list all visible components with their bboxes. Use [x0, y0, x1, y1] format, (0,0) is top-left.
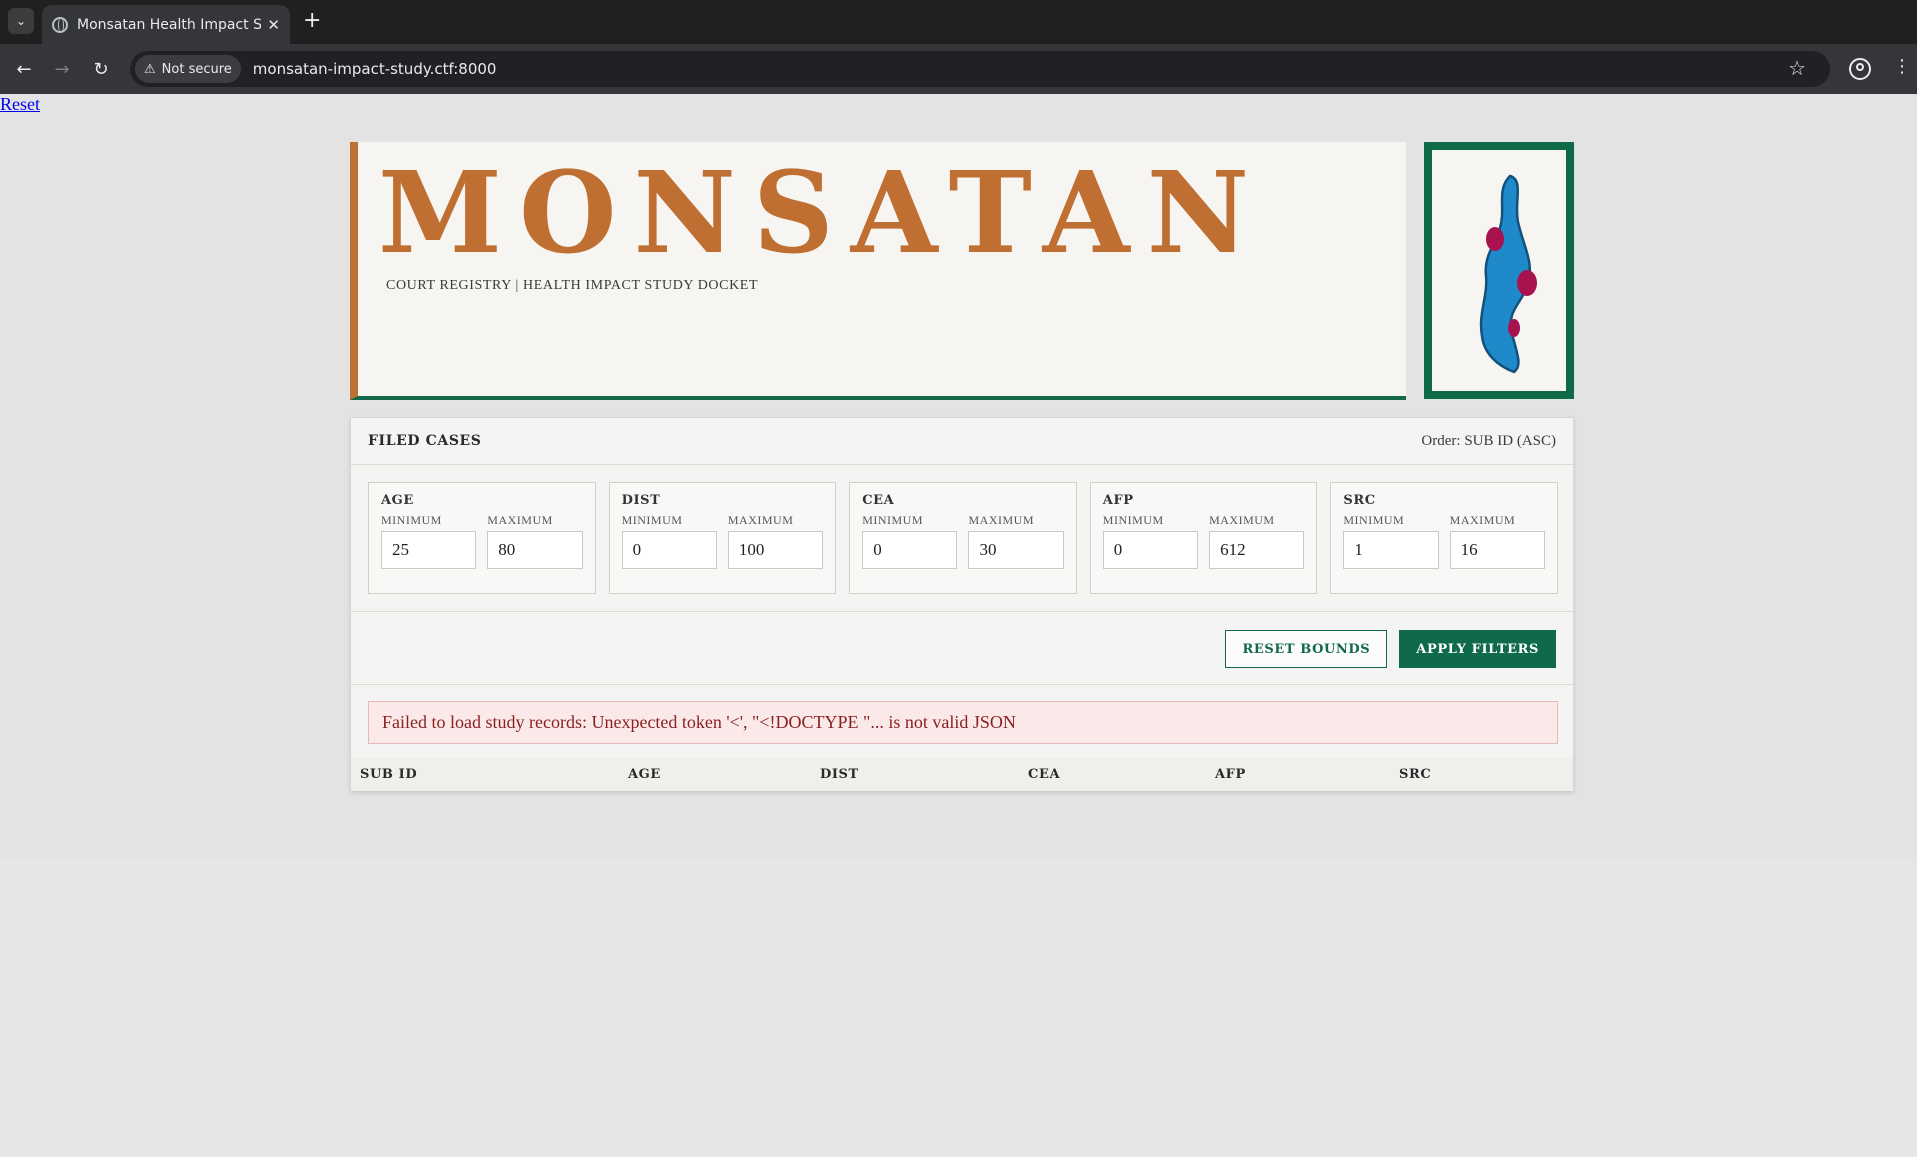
afp-max-input[interactable] [1209, 531, 1305, 569]
max-label: MAXIMUM [487, 513, 553, 527]
filter-name: CEA [862, 493, 895, 508]
column-header-age[interactable]: AGE [628, 767, 661, 782]
new-tab-button[interactable]: + [303, 10, 321, 32]
security-chip[interactable]: ⚠ Not secure [135, 55, 241, 83]
filter-age: AGE MINIMUM MAXIMUM [368, 482, 596, 594]
tab-close-icon[interactable]: ✕ [267, 16, 280, 34]
cea-max-input[interactable] [968, 531, 1064, 569]
max-label: MAXIMUM [1449, 513, 1516, 527]
browser-tab[interactable]: Monsatan Health Impact Stu ✕ [42, 5, 290, 44]
filter-row: AGE MINIMUM MAXIMUM DIST MINIMUM MAXIMUM [368, 482, 1558, 594]
divider [351, 611, 1573, 612]
max-label: MAXIMUM [727, 513, 794, 527]
min-label: MINIMUM [621, 513, 683, 527]
min-label: MINIMUM [1343, 513, 1405, 527]
filter-cea: CEA MINIMUM MAXIMUM [849, 482, 1077, 594]
panel-title: FILED CASES [368, 433, 482, 449]
table-header: SUB ID AGE DIST CEA AFP SRC [351, 758, 1573, 791]
filter-afp: AFP MINIMUM MAXIMUM [1089, 482, 1318, 594]
dist-max-input[interactable] [727, 531, 824, 569]
reset-bounds-button[interactable]: RESET BOUNDS [1225, 630, 1388, 668]
column-header-dist[interactable]: DIST [820, 767, 859, 782]
apply-filters-button[interactable]: APPLY FILTERS [1399, 630, 1556, 668]
logo [1424, 142, 1574, 399]
src-min-input[interactable] [1343, 531, 1439, 569]
page-content: Reset MONSATAN COURT REGISTRY | HEALTH I… [0, 94, 1917, 858]
error-message: Failed to load study records: Unexpected… [368, 701, 1558, 744]
column-header-cea[interactable]: CEA [1028, 767, 1060, 782]
browser-toolbar: ← → ↻ ⚠ Not secure monsatan-impact-study… [0, 44, 1917, 94]
max-label: MAXIMUM [968, 513, 1034, 527]
filter-src: SRC MINIMUM MAXIMUM [1330, 482, 1558, 594]
column-header-afp[interactable]: AFP [1215, 767, 1246, 782]
blue-leaf-with-red-spots-icon [1479, 174, 1537, 374]
column-header-sub-id[interactable]: SUB ID [360, 767, 417, 782]
filter-name: AFP [1102, 493, 1134, 508]
warning-icon: ⚠ [144, 61, 156, 77]
tab-search-icon[interactable]: ⌄ [8, 8, 34, 34]
security-label: Not secure [161, 61, 232, 77]
min-label: MINIMUM [381, 513, 442, 527]
src-max-input[interactable] [1449, 531, 1545, 569]
filter-name: SRC [1343, 493, 1376, 508]
tab-title: Monsatan Health Impact Stu [77, 16, 262, 33]
filter-dist: DIST MINIMUM MAXIMUM [608, 482, 837, 594]
min-label: MINIMUM [1102, 513, 1164, 527]
age-min-input[interactable] [381, 531, 477, 569]
panel-header: FILED CASES Order: SUB ID (ASC) [351, 418, 1573, 465]
divider [351, 684, 1573, 685]
dist-min-input[interactable] [621, 531, 717, 569]
afp-min-input[interactable] [1102, 531, 1199, 569]
filed-cases-panel: FILED CASES Order: SUB ID (ASC) AGE MINI… [350, 417, 1574, 791]
forward-arrow-icon[interactable]: → [50, 57, 74, 81]
max-label: MAXIMUM [1209, 513, 1275, 527]
bookmark-star-icon[interactable]: ☆ [1788, 56, 1806, 80]
reload-icon[interactable]: ↻ [89, 57, 113, 81]
url-text[interactable]: monsatan-impact-study.ctf:8000 [253, 60, 497, 78]
age-max-input[interactable] [487, 531, 583, 569]
browser-tab-bar: ⌄ Monsatan Health Impact Stu ✕ + [0, 0, 1917, 44]
address-bar[interactable]: ⚠ Not secure monsatan-impact-study.ctf:8… [130, 51, 1830, 87]
column-header-src[interactable]: SRC [1399, 767, 1431, 782]
profile-icon[interactable] [1849, 58, 1871, 80]
reset-link[interactable]: Reset [0, 94, 40, 115]
brand-subtitle: COURT REGISTRY | HEALTH IMPACT STUDY DOC… [386, 278, 759, 293]
filter-name: AGE [381, 493, 414, 508]
filter-name: DIST [621, 493, 661, 508]
back-arrow-icon[interactable]: ← [12, 57, 36, 81]
cea-min-input[interactable] [862, 531, 958, 569]
min-label: MINIMUM [862, 513, 924, 527]
browser-menu-icon[interactable]: ⋮ [1893, 56, 1911, 77]
globe-icon [52, 16, 68, 33]
sort-order[interactable]: Order: SUB ID (ASC) [1421, 433, 1556, 450]
masthead: MONSATAN COURT REGISTRY | HEALTH IMPACT … [350, 142, 1406, 400]
brand-title: MONSATAN [378, 148, 1267, 279]
filter-actions: RESET BOUNDS APPLY FILTERS [1225, 630, 1556, 668]
